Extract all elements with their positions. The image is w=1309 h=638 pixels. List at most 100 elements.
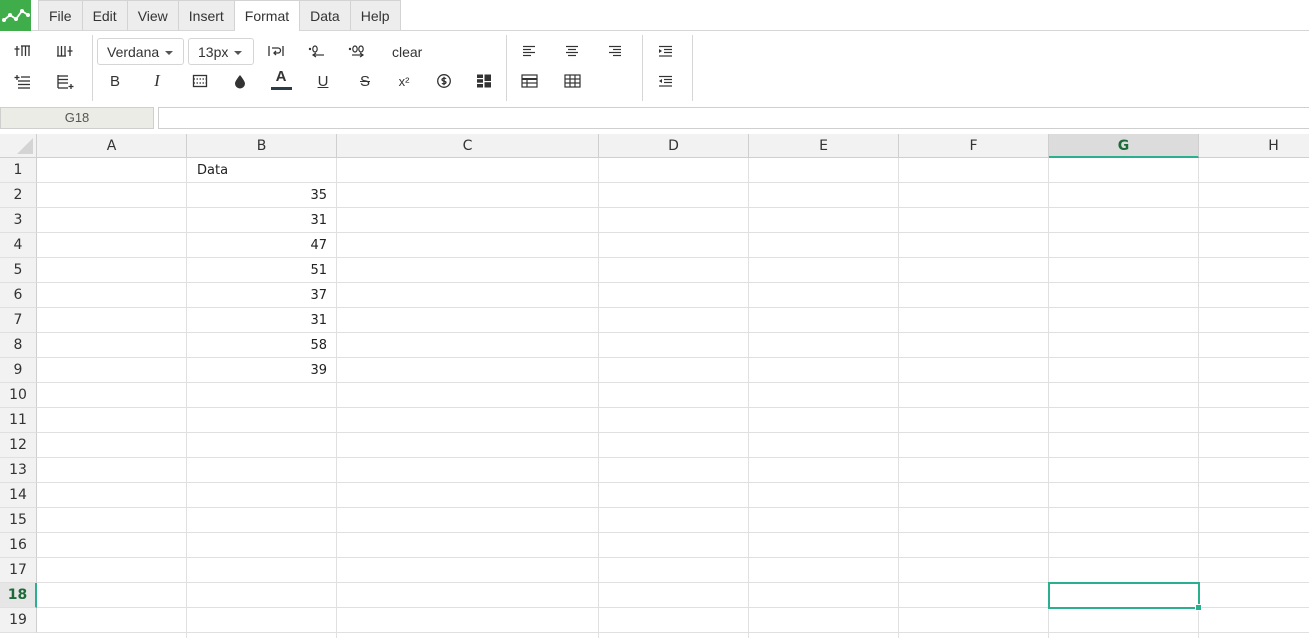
column-gridline (598, 158, 599, 638)
row-header-12[interactable]: 12 (0, 433, 37, 458)
format-toolbar: Verdana 13px clear B I A U S x² (0, 31, 1309, 104)
row-header-18[interactable]: 18 (0, 583, 37, 608)
column-gridline (1048, 158, 1049, 638)
row-header-15[interactable]: 15 (0, 508, 37, 533)
wrap-text-icon[interactable] (261, 39, 291, 63)
toolbar-separator (692, 35, 693, 101)
menu-format[interactable]: Format (234, 0, 301, 31)
row-gridline (37, 632, 1309, 633)
cell-b2[interactable]: 35 (187, 183, 337, 208)
column-gridline (748, 158, 749, 638)
toolbar-separator (92, 35, 93, 101)
menu-file[interactable]: File (38, 0, 83, 30)
cell-b1[interactable]: Data (187, 158, 337, 183)
row-gridline (37, 557, 1309, 558)
row-header-6[interactable]: 6 (0, 283, 37, 308)
row-header-14[interactable]: 14 (0, 483, 37, 508)
row-header-5[interactable]: 5 (0, 258, 37, 283)
column-header-b[interactable]: B (187, 134, 337, 158)
toolbar-separator (506, 35, 507, 101)
font-family-value: Verdana (107, 43, 160, 60)
menu-bar: File Edit View Insert Format Data Help (0, 0, 1309, 31)
row-header-3[interactable]: 3 (0, 208, 37, 233)
column-header-d[interactable]: D (599, 134, 749, 158)
table-grid-icon[interactable] (557, 69, 587, 93)
select-all-corner[interactable] (0, 134, 37, 158)
row-gridline (37, 432, 1309, 433)
underline-button[interactable]: U (308, 69, 338, 93)
chevron-down-icon (165, 50, 174, 55)
row-header-4[interactable]: 4 (0, 233, 37, 258)
increase-decimal-icon[interactable] (343, 39, 373, 63)
fill-color-icon[interactable] (225, 69, 255, 93)
font-size-value: 13px (198, 43, 229, 60)
insert-column-left-icon[interactable] (8, 39, 38, 63)
menu-help[interactable]: Help (350, 0, 401, 30)
column-header-a[interactable]: A (37, 134, 187, 158)
cell-b8[interactable]: 58 (187, 333, 337, 358)
superscript-button[interactable]: x² (389, 69, 419, 93)
text-color-button[interactable]: A (266, 67, 296, 91)
row-header-1[interactable]: 1 (0, 158, 37, 183)
insert-row-below-icon[interactable] (50, 70, 80, 94)
indent-decrease-icon[interactable] (650, 69, 680, 93)
align-left-icon[interactable] (514, 39, 544, 63)
row-header-7[interactable]: 7 (0, 308, 37, 333)
fill-handle[interactable] (1195, 604, 1202, 611)
cell-b7[interactable]: 31 (187, 308, 337, 333)
row-header-9[interactable]: 9 (0, 358, 37, 383)
spreadsheet-grid[interactable]: A B C D E F G H 1 2 3 4 5 6 7 8 9 10 11 12 13 14 15 16 17 18 19 Dat… (0, 134, 1309, 638)
cell-b6[interactable]: 37 (187, 283, 337, 308)
menu-edit[interactable]: Edit (82, 0, 128, 30)
row-header-2[interactable]: 2 (0, 183, 37, 208)
menu-data[interactable]: Data (300, 0, 351, 30)
column-gridline (898, 158, 899, 638)
cell-b5[interactable]: 51 (187, 258, 337, 283)
row-gridline (37, 507, 1309, 508)
row-header-17[interactable]: 17 (0, 558, 37, 583)
column-gridline (1198, 158, 1199, 638)
cell-border-icon[interactable] (185, 69, 215, 93)
font-size-select[interactable]: 13px (188, 38, 254, 65)
align-center-icon[interactable] (557, 39, 587, 63)
indent-increase-icon[interactable] (650, 39, 680, 63)
cell-b4[interactable]: 47 (187, 233, 337, 258)
column-header-c[interactable]: C (337, 134, 599, 158)
row-header-10[interactable]: 10 (0, 383, 37, 408)
align-right-icon[interactable] (600, 39, 630, 63)
row-header-13[interactable]: 13 (0, 458, 37, 483)
row-header-11[interactable]: 11 (0, 408, 37, 433)
active-cell-selection[interactable] (1048, 582, 1202, 611)
row-header-16[interactable]: 16 (0, 533, 37, 558)
font-family-select[interactable]: Verdana (97, 38, 184, 65)
strikethrough-button[interactable]: S (350, 69, 380, 93)
toolbar-separator (642, 35, 643, 101)
insert-column-right-icon[interactable] (50, 39, 80, 63)
cell-b3[interactable]: 31 (187, 208, 337, 233)
decrease-decimal-icon[interactable] (302, 39, 332, 63)
insert-row-above-icon[interactable] (8, 70, 38, 94)
menu-insert[interactable]: Insert (178, 0, 235, 30)
row-header-19[interactable]: 19 (0, 608, 37, 633)
column-header-e[interactable]: E (749, 134, 899, 158)
row-gridline (37, 482, 1309, 483)
column-header-f[interactable]: F (899, 134, 1049, 158)
cell-b9[interactable]: 39 (187, 358, 337, 383)
text-color-swatch (270, 86, 292, 90)
italic-button[interactable]: I (142, 69, 172, 93)
app-logo-icon[interactable] (0, 0, 31, 31)
clear-format-button[interactable]: clear (384, 40, 430, 64)
currency-format-icon[interactable] (429, 69, 459, 93)
row-header-8[interactable]: 8 (0, 333, 37, 358)
text-color-glyph: A (275, 67, 287, 85)
freeze-rows-icon[interactable] (514, 69, 544, 93)
menu-view[interactable]: View (127, 0, 179, 30)
column-header-g[interactable]: G (1049, 134, 1199, 158)
merge-cells-icon[interactable] (469, 69, 499, 93)
column-header-h[interactable]: H (1199, 134, 1309, 158)
cell-reference-box[interactable]: G18 (0, 107, 154, 129)
bold-button[interactable]: B (100, 69, 130, 93)
formula-input[interactable] (158, 107, 1309, 129)
row-gridline (37, 457, 1309, 458)
chevron-down-icon (234, 50, 243, 55)
